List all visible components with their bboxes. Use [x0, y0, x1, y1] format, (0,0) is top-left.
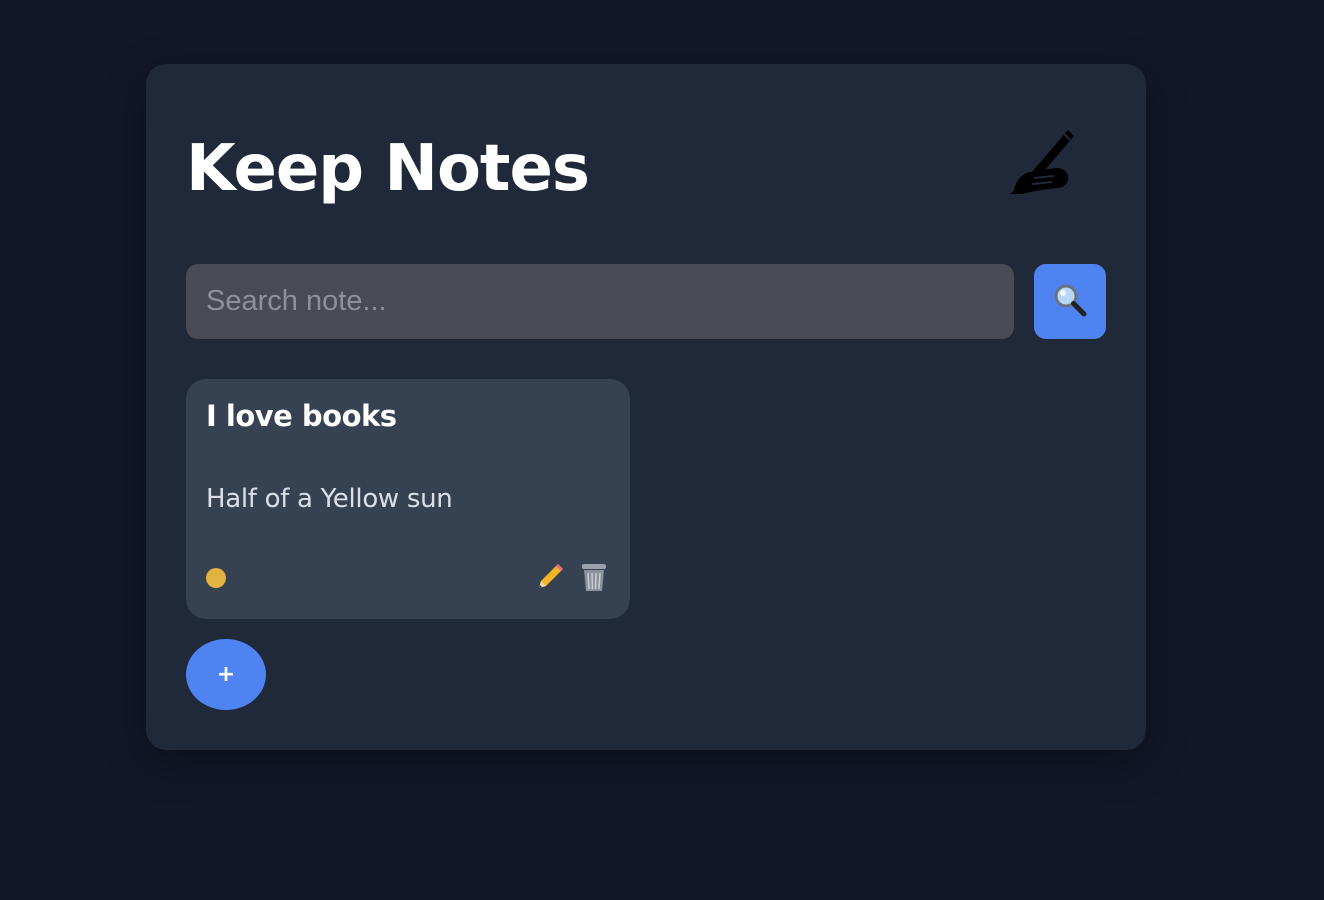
- delete-note-button[interactable]: [576, 560, 612, 596]
- search-button[interactable]: [1034, 264, 1106, 339]
- page-title: Keep Notes: [186, 132, 590, 206]
- note-color-dot[interactable]: [206, 568, 226, 588]
- notes-app-panel: Keep Notes Search note... I love books H…: [146, 64, 1146, 750]
- magnifier-icon: [1053, 283, 1087, 320]
- add-note-button[interactable]: +: [186, 639, 266, 710]
- note-card[interactable]: I love books Half of a Yellow sun: [186, 379, 630, 619]
- edit-note-button[interactable]: [532, 560, 568, 596]
- header: Keep Notes: [186, 124, 1106, 214]
- pencil-icon: [533, 564, 567, 597]
- search-bar: [186, 264, 1106, 339]
- note-title: I love books: [206, 399, 397, 433]
- note-body: Half of a Yellow sun: [206, 484, 453, 514]
- writing-hand-icon: [1008, 128, 1082, 202]
- search-input[interactable]: [186, 264, 1014, 339]
- trash-icon: [577, 564, 611, 597]
